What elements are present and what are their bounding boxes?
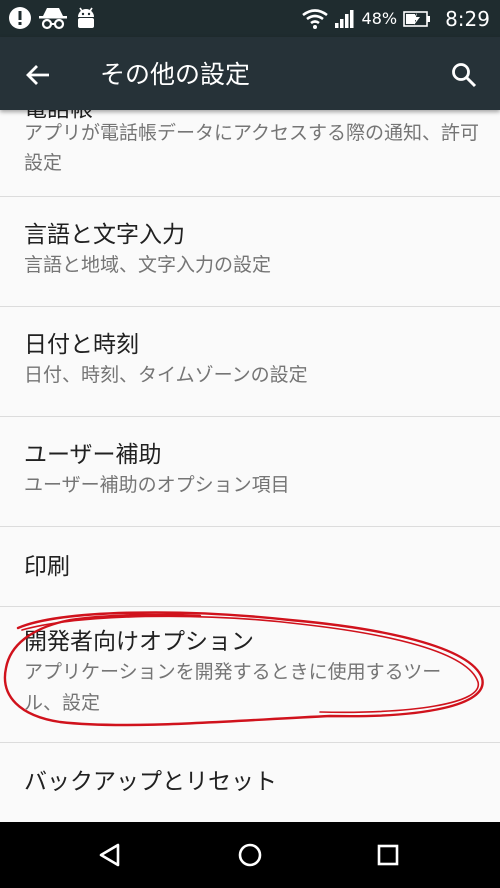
navigation-bar xyxy=(0,822,500,888)
alert-icon xyxy=(9,7,31,29)
settings-item-accessibility[interactable]: ユーザー補助 ユーザー補助のオプション項目 xyxy=(0,417,500,527)
settings-item-subtitle: ユーザー補助のオプション項目 xyxy=(24,474,290,496)
settings-list: 電話帳 アプリが電話帳データにアクセスする際の通知、許可設定 言語と文字入力 言… xyxy=(0,110,500,822)
square-recents-icon xyxy=(377,844,399,866)
screen: 48% 8:29 その他の設定 電話帳 xyxy=(0,0,500,888)
android-icon xyxy=(78,7,94,28)
incognito-icon xyxy=(39,8,67,30)
search-icon xyxy=(452,63,477,88)
settings-item-contacts[interactable]: 電話帳 アプリが電話帳データにアクセスする際の通知、許可設定 xyxy=(0,110,500,197)
triangle-back-icon xyxy=(99,843,120,867)
notification-icons xyxy=(8,4,98,32)
settings-item-title: 開発者向けオプション xyxy=(24,629,254,655)
settings-item-title: 言語と文字入力 xyxy=(24,222,185,248)
back-button[interactable] xyxy=(18,55,58,95)
nav-back-button[interactable] xyxy=(90,835,130,875)
settings-item-title: 日付と時刻 xyxy=(24,332,139,358)
circle-home-icon xyxy=(238,843,262,867)
app-bar: その他の設定 xyxy=(0,37,500,110)
settings-item-date-time[interactable]: 日付と時刻 日付、時刻、タイムゾーンの設定 xyxy=(0,307,500,417)
status-indicators: 48% 8:29 xyxy=(301,0,490,37)
settings-item-title: ユーザー補助 xyxy=(24,442,162,468)
settings-item-title: 印刷 xyxy=(24,554,70,580)
settings-item-language-input[interactable]: 言語と文字入力 言語と地域、文字入力の設定 xyxy=(0,197,500,307)
wifi-icon xyxy=(301,8,328,29)
settings-item-developer-options[interactable]: 開発者向けオプション アプリケーションを開発するときに使用するツール、設定 xyxy=(0,607,500,743)
settings-item-backup-reset[interactable]: バックアップとリセット xyxy=(0,743,500,822)
status-bar: 48% 8:29 xyxy=(0,0,500,37)
settings-item-subtitle: アプリケーションを開発するときに使用するツール、設定 xyxy=(24,661,442,714)
settings-item-title: バックアップとリセット xyxy=(24,769,277,795)
signal-icon xyxy=(334,9,354,28)
settings-item-subtitle: 言語と地域、文字入力の設定 xyxy=(24,254,272,276)
nav-home-button[interactable] xyxy=(230,835,270,875)
arrow-back-icon xyxy=(26,65,49,85)
settings-item-subtitle: 日付、時刻、タイムゾーンの設定 xyxy=(24,364,308,386)
nav-recents-button[interactable] xyxy=(368,835,408,875)
battery-percent: 48% xyxy=(361,9,398,28)
settings-item-printing[interactable]: 印刷 xyxy=(0,527,500,607)
status-clock: 8:29 xyxy=(445,6,490,31)
settings-item-subtitle: アプリが電話帳データにアクセスする際の通知、許可設定 xyxy=(24,122,480,174)
search-button[interactable] xyxy=(444,55,484,95)
page-title: その他の設定 xyxy=(100,60,251,89)
battery-charging-icon xyxy=(403,10,431,27)
